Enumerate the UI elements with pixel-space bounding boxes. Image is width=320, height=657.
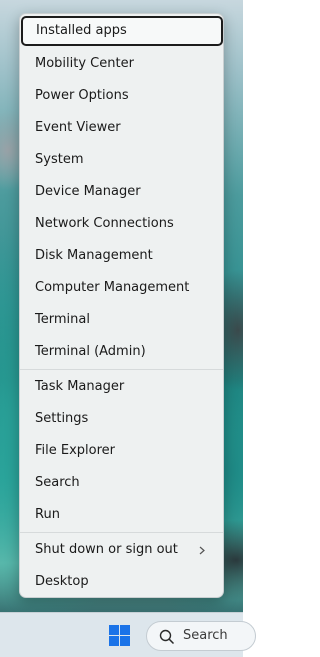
menu-item-network-connections[interactable]: Network Connections: [23, 209, 220, 239]
menu-item-installed-apps[interactable]: Installed apps: [21, 16, 223, 46]
chevron-right-icon: [198, 535, 208, 565]
menu-item-power-options[interactable]: Power Options: [23, 81, 220, 111]
menu-item-label: System: [35, 152, 84, 167]
menu-item-shut-down-or-sign-out[interactable]: Shut down or sign out: [23, 535, 220, 565]
menu-item-desktop[interactable]: Desktop: [23, 567, 220, 597]
menu-item-run[interactable]: Run: [23, 500, 220, 530]
menu-item-label: Terminal (Admin): [35, 344, 146, 359]
menu-item-label: Disk Management: [35, 248, 153, 263]
menu-item-label: Power Options: [35, 88, 129, 103]
menu-item-device-manager[interactable]: Device Manager: [23, 177, 220, 207]
menu-item-label: Terminal: [35, 312, 90, 327]
menu-item-label: Settings: [35, 411, 89, 426]
menu-separator: [20, 369, 223, 370]
menu-item-label: Event Viewer: [35, 120, 121, 135]
menu-item-terminal-admin[interactable]: Terminal (Admin): [23, 337, 220, 367]
menu-item-file-explorer[interactable]: File Explorer: [23, 436, 220, 466]
menu-item-event-viewer[interactable]: Event Viewer: [23, 113, 220, 143]
menu-item-terminal[interactable]: Terminal: [23, 305, 220, 335]
quick-link-menu: Installed apps Mobility Center Power Opt…: [19, 13, 224, 598]
menu-item-label: Mobility Center: [35, 56, 134, 71]
menu-item-label: Network Connections: [35, 216, 174, 231]
menu-item-label: Desktop: [35, 574, 89, 589]
menu-item-disk-management[interactable]: Disk Management: [23, 241, 220, 271]
taskbar-search-box[interactable]: Search: [146, 621, 256, 651]
search-icon: [159, 629, 175, 649]
menu-item-label: File Explorer: [35, 443, 116, 458]
menu-item-label: Task Manager: [35, 379, 125, 394]
menu-item-mobility-center[interactable]: Mobility Center: [23, 49, 220, 79]
menu-item-system[interactable]: System: [23, 145, 220, 175]
taskbar: Search: [0, 612, 256, 657]
menu-item-search[interactable]: Search: [23, 468, 220, 498]
menu-item-computer-management[interactable]: Computer Management: [23, 273, 220, 303]
menu-item-task-manager[interactable]: Task Manager: [23, 372, 220, 402]
menu-item-label: Run: [35, 507, 60, 522]
menu-item-label: Search: [35, 475, 80, 490]
menu-item-label: Computer Management: [35, 280, 190, 295]
menu-item-settings[interactable]: Settings: [23, 404, 220, 434]
menu-item-label: Installed apps: [36, 23, 127, 38]
menu-separator: [20, 532, 223, 533]
menu-item-label: Shut down or sign out: [35, 542, 178, 557]
search-label: Search: [183, 628, 228, 643]
menu-item-label: Device Manager: [35, 184, 141, 199]
windows-logo-icon[interactable]: [109, 625, 131, 647]
